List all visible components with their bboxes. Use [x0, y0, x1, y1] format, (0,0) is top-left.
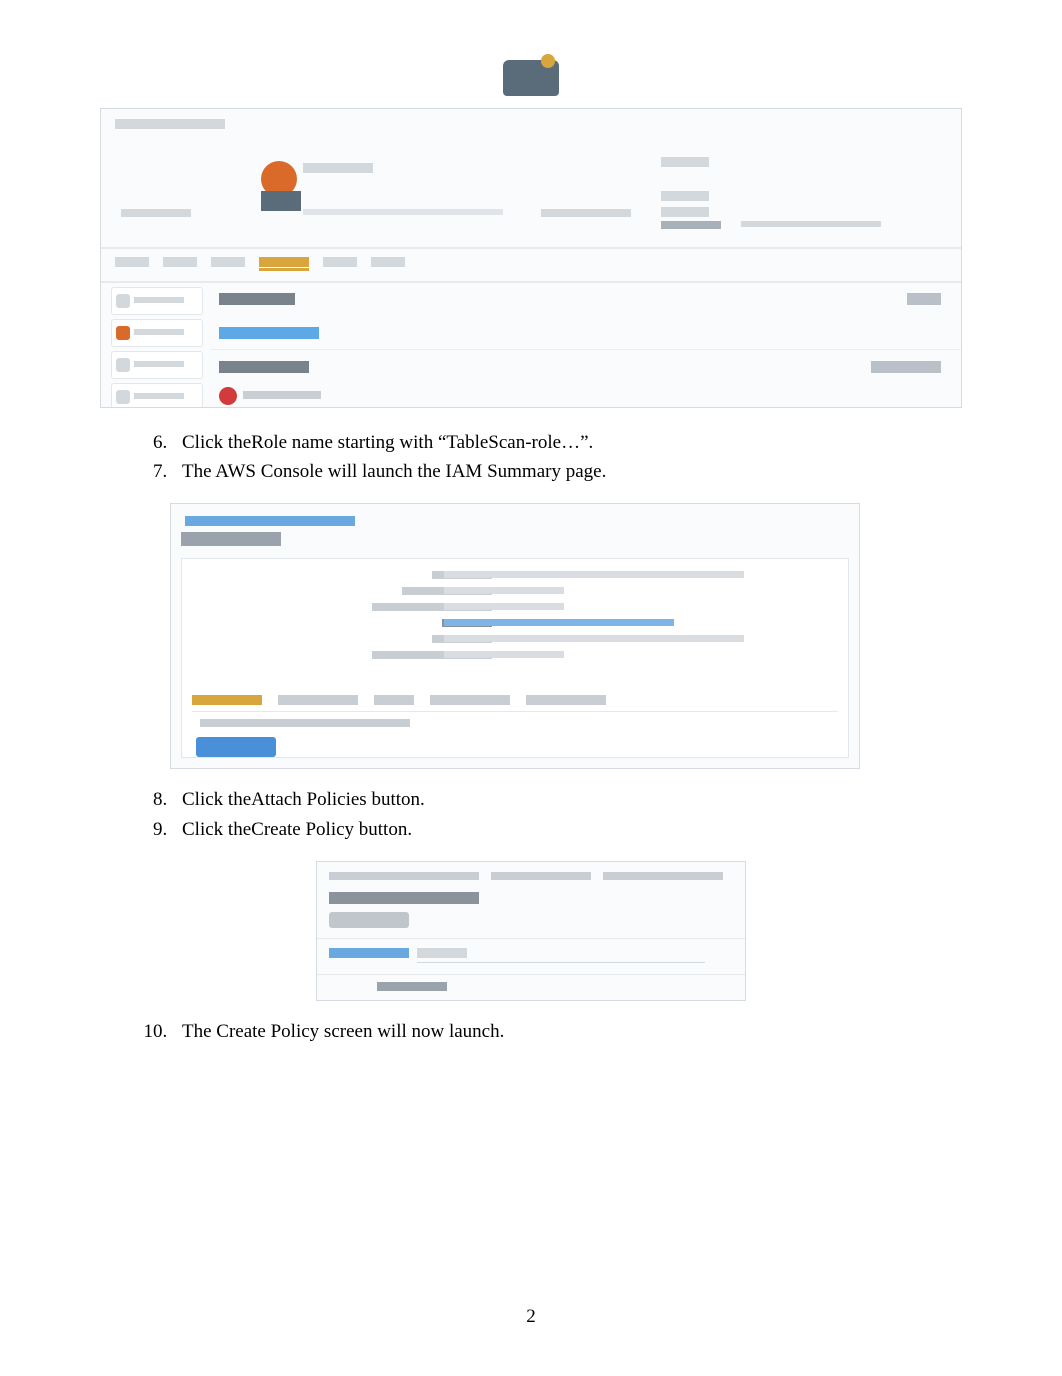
step-10: The Create Policy screen will now launch… [172, 1019, 962, 1045]
instruction-list-c: The Create Policy screen will now launch… [172, 1019, 962, 1045]
screenshot-lambda-config [100, 108, 962, 408]
step-7: The AWS Console will launch the IAM Summ… [172, 459, 962, 485]
step-9: Click theCreate Policy button. [172, 817, 962, 843]
screenshot-iam-summary [170, 503, 860, 769]
logo-icon [503, 60, 559, 96]
screenshot-attach-policies [316, 861, 746, 1001]
step-6: Click theRole name starting with “TableS… [172, 430, 962, 456]
header-logo [100, 60, 962, 96]
step-8: Click theAttach Policies button. [172, 787, 962, 813]
instruction-list-a: Click theRole name starting with “TableS… [172, 430, 962, 485]
instruction-list-b: Click theAttach Policies button. Click t… [172, 787, 962, 842]
page-number: 2 [0, 1306, 1062, 1328]
